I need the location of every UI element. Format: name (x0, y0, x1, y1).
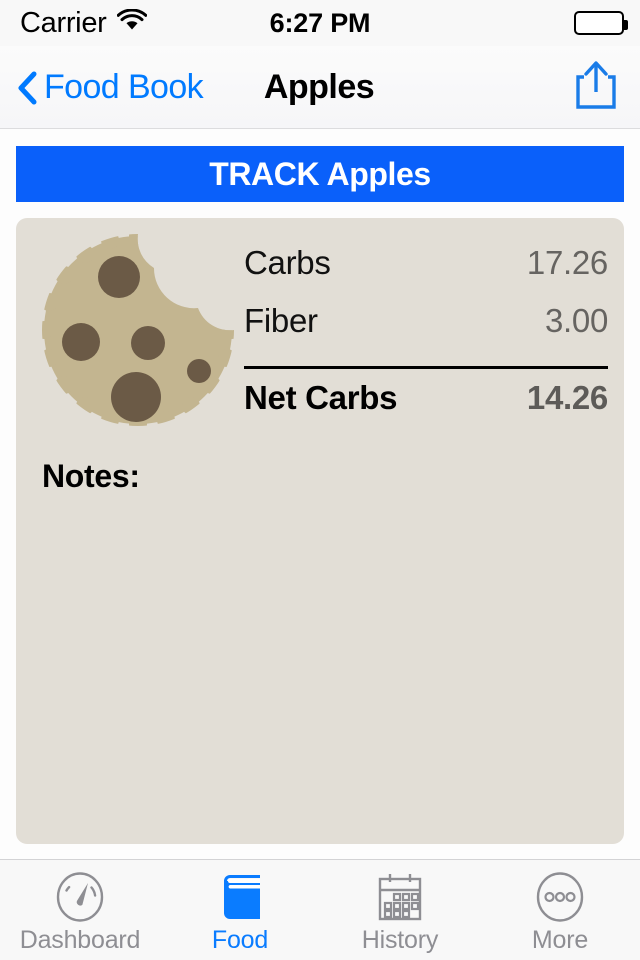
tab-history-label: History (361, 926, 439, 954)
nutrition-row-net-carbs: Net Carbs 14.26 (244, 379, 608, 433)
tab-more-label: More (531, 926, 589, 954)
clock-label: 6:27 PM (269, 7, 371, 38)
nutrition-divider (244, 366, 608, 369)
notes-input[interactable] (42, 508, 598, 828)
nutrition-row-value: 3.00 (544, 302, 608, 339)
nutrition-row-label: Carbs (244, 244, 331, 281)
back-button-label: Food Book (44, 68, 204, 106)
nutrition-table: Carbs 17.26 Fiber 3.00 Net Carbs 14.26 (244, 244, 608, 433)
nutrition-row-label: Fiber (244, 302, 318, 339)
status-bar-right (574, 0, 628, 46)
share-button[interactable] (574, 46, 618, 129)
book-icon (212, 869, 268, 925)
chevron-left-icon (16, 71, 38, 105)
nutrition-row-value: 17.26 (526, 244, 608, 281)
tab-dashboard-label: Dashboard (19, 926, 141, 954)
page-title-text: Apples (263, 68, 375, 106)
nutrition-total-value: 14.26 (526, 379, 608, 416)
status-bar-center: 6:27 PM (0, 0, 640, 46)
calendar-icon (372, 869, 428, 925)
back-button[interactable]: Food Book (16, 46, 204, 129)
nutrition-row-fiber: Fiber 3.00 (244, 302, 608, 360)
cookie-icon (38, 230, 238, 430)
status-bar: Carrier 6:27 PM (0, 0, 640, 46)
food-detail-card: Carbs 17.26 Fiber 3.00 Net Carbs 14.26 N… (16, 218, 624, 844)
track-food-button-label: TRACK Apples (209, 155, 431, 192)
nutrition-total-label: Net Carbs (244, 379, 398, 416)
tab-food[interactable]: Food (160, 860, 320, 960)
tab-history[interactable]: History (320, 860, 480, 960)
nutrition-row-carbs: Carbs 17.26 (244, 244, 608, 302)
tab-dashboard[interactable]: Dashboard (0, 860, 160, 960)
tab-food-label: Food (211, 926, 269, 954)
ellipsis-circle-icon (532, 869, 588, 925)
tab-bar: Dashboard Food History More (0, 859, 640, 960)
battery-full-icon (574, 11, 628, 35)
app-screen: Carrier 6:27 PM Food Book Apples TRACK A… (0, 0, 640, 960)
notes-label: Notes: (42, 458, 140, 494)
track-food-button[interactable]: TRACK Apples (16, 146, 624, 202)
tab-more[interactable]: More (480, 860, 640, 960)
share-up-icon (574, 59, 618, 116)
navigation-bar: Food Book Apples (0, 46, 640, 129)
gauge-icon (52, 869, 108, 925)
